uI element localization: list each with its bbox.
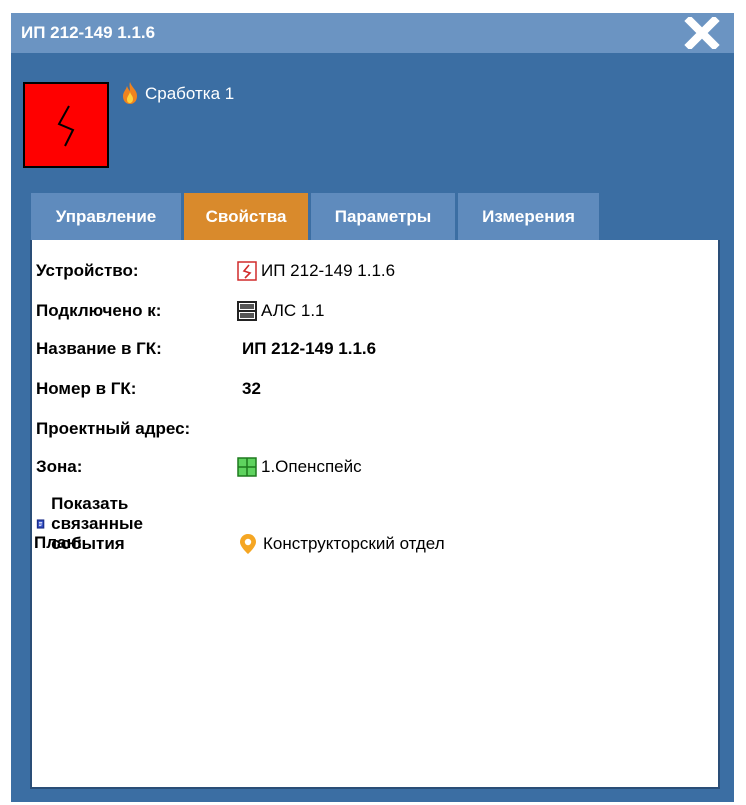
connected-value-text: АЛС 1.1 xyxy=(261,301,325,320)
plan-value[interactable]: Конструкторский отдел xyxy=(239,533,445,555)
als-icon xyxy=(237,301,257,321)
tab-measurements[interactable]: Измерения xyxy=(458,193,599,241)
device-state-icon xyxy=(23,82,109,168)
zone-label: Зона: xyxy=(36,457,83,476)
plan-label: План: xyxy=(34,533,83,552)
status-area: Сработка 1 xyxy=(11,53,734,193)
window-title: ИП 212-149 1.1.6 xyxy=(21,23,156,42)
gk-number-value: 32 xyxy=(242,379,261,398)
flame-icon xyxy=(123,82,137,104)
location-pin-icon xyxy=(240,534,256,554)
zone-value[interactable]: 1.Опенспейс xyxy=(237,457,362,477)
plan-value-text: Конструкторский отдел xyxy=(263,534,445,553)
device-window: ИП 212-149 1.1.6 Сработка 1 Управление С… xyxy=(11,13,734,802)
properties-panel: Устройство: ИП 212-149 1.1.6 Подключено … xyxy=(30,240,720,789)
title-bar: ИП 212-149 1.1.6 xyxy=(11,13,734,53)
gk-name-label: Название в ГК: xyxy=(36,339,162,358)
connected-value[interactable]: АЛС 1.1 xyxy=(237,301,325,321)
connected-label: Подключено к: xyxy=(36,301,162,320)
zone-value-text: 1.Опенспейс xyxy=(261,457,362,476)
device-value[interactable]: ИП 212-149 1.1.6 xyxy=(237,261,395,281)
device-label: Устройство: xyxy=(36,261,139,280)
tab-properties[interactable]: Свойства xyxy=(184,193,308,241)
device-value-text: ИП 212-149 1.1.6 xyxy=(261,261,396,280)
close-icon xyxy=(684,15,720,51)
zone-icon xyxy=(237,457,257,477)
project-address-label: Проектный адрес: xyxy=(36,419,191,438)
tab-control[interactable]: Управление xyxy=(31,193,181,241)
status-text: Сработка 1 xyxy=(145,84,235,103)
tab-parameters[interactable]: Параметры xyxy=(311,193,455,241)
close-button[interactable] xyxy=(684,15,720,51)
gk-number-label: Номер в ГК: xyxy=(36,379,137,398)
gk-name-value: ИП 212-149 1.1.6 xyxy=(242,339,377,358)
smoke-detector-icon xyxy=(237,261,257,281)
